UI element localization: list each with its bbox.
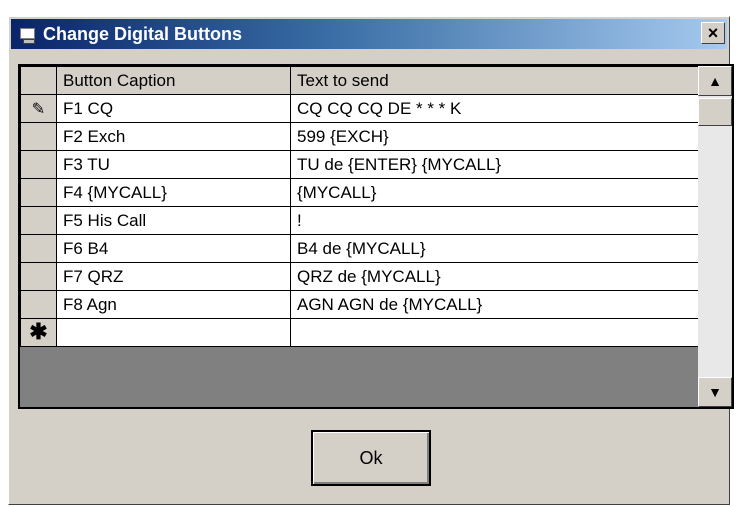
- text-cell[interactable]: B4 de {MYCALL}: [290, 234, 699, 263]
- table-row: F6 B4 B4 de {MYCALL}: [20, 234, 699, 263]
- new-text-cell[interactable]: [290, 318, 699, 347]
- caption-cell[interactable]: F2 Exch: [56, 122, 291, 151]
- data-grid: Button Caption Text to send ✎ F1 CQ CQ C…: [18, 64, 734, 409]
- caption-cell[interactable]: F8 Agn: [56, 290, 291, 319]
- header-row: Button Caption Text to send: [20, 66, 699, 95]
- asterisk-icon: ✱: [29, 318, 48, 344]
- caption-cell[interactable]: F7 QRZ: [56, 262, 291, 291]
- scrollbar-thumb[interactable]: [698, 98, 732, 126]
- table-row: F3 TU TU de {ENTER} {MYCALL}: [20, 150, 699, 179]
- text-cell[interactable]: QRZ de {MYCALL}: [290, 262, 699, 291]
- text-cell[interactable]: AGN AGN de {MYCALL}: [290, 290, 699, 319]
- row-selector[interactable]: [20, 234, 57, 263]
- corner-header[interactable]: [20, 66, 57, 95]
- ok-button[interactable]: Ok: [311, 430, 431, 486]
- table-row: F4 {MYCALL} {MYCALL}: [20, 178, 699, 207]
- arrow-up-icon: ▲: [708, 73, 722, 89]
- text-cell[interactable]: TU de {ENTER} {MYCALL}: [290, 150, 699, 179]
- close-button[interactable]: ×: [701, 22, 725, 44]
- table-row: F7 QRZ QRZ de {MYCALL}: [20, 262, 699, 291]
- column-header-text-to-send[interactable]: Text to send: [290, 66, 699, 95]
- text-cell[interactable]: CQ CQ CQ DE * * * K: [290, 94, 699, 123]
- new-caption-cell[interactable]: [56, 318, 291, 347]
- row-selector[interactable]: [20, 150, 57, 179]
- app-icon: [19, 25, 37, 44]
- scroll-up-button[interactable]: ▲: [698, 66, 732, 96]
- caption-cell[interactable]: F4 {MYCALL}: [56, 178, 291, 207]
- buttons-table: Button Caption Text to send ✎ F1 CQ CQ C…: [20, 66, 699, 347]
- ok-button-label: Ok: [359, 447, 383, 468]
- caption-cell[interactable]: F3 TU: [56, 150, 291, 179]
- new-row: ✱: [20, 318, 699, 347]
- table-row: F8 Agn AGN AGN de {MYCALL}: [20, 290, 699, 319]
- table-row: F5 His Call !: [20, 206, 699, 235]
- caption-cell[interactable]: F5 His Call: [56, 206, 291, 235]
- caption-cell[interactable]: F1 CQ: [56, 94, 291, 123]
- change-digital-buttons-dialog: Change Digital Buttons × Button Caption …: [8, 16, 734, 505]
- title-bar[interactable]: Change Digital Buttons ×: [11, 19, 727, 49]
- row-selector[interactable]: ✎: [20, 94, 57, 123]
- text-cell[interactable]: {MYCALL}: [290, 178, 699, 207]
- scroll-down-button[interactable]: ▼: [698, 377, 732, 407]
- row-selector[interactable]: [20, 178, 57, 207]
- close-icon: ×: [707, 22, 719, 43]
- window-title: Change Digital Buttons: [43, 23, 242, 44]
- pencil-icon: ✎: [31, 100, 46, 118]
- row-selector[interactable]: [20, 206, 57, 235]
- vertical-scrollbar[interactable]: ▲ ▼: [698, 66, 732, 407]
- column-header-button-caption[interactable]: Button Caption: [56, 66, 291, 95]
- text-cell[interactable]: !: [290, 206, 699, 235]
- table-row: ✎ F1 CQ CQ CQ CQ DE * * * K: [20, 94, 699, 123]
- text-cell[interactable]: 599 {EXCH}: [290, 122, 699, 151]
- new-row-selector[interactable]: ✱: [20, 318, 57, 347]
- row-selector[interactable]: [20, 262, 57, 291]
- arrow-down-icon: ▼: [708, 384, 722, 400]
- row-selector[interactable]: [20, 290, 57, 319]
- row-selector[interactable]: [20, 122, 57, 151]
- table-row: F2 Exch 599 {EXCH}: [20, 122, 699, 151]
- caption-cell[interactable]: F6 B4: [56, 234, 291, 263]
